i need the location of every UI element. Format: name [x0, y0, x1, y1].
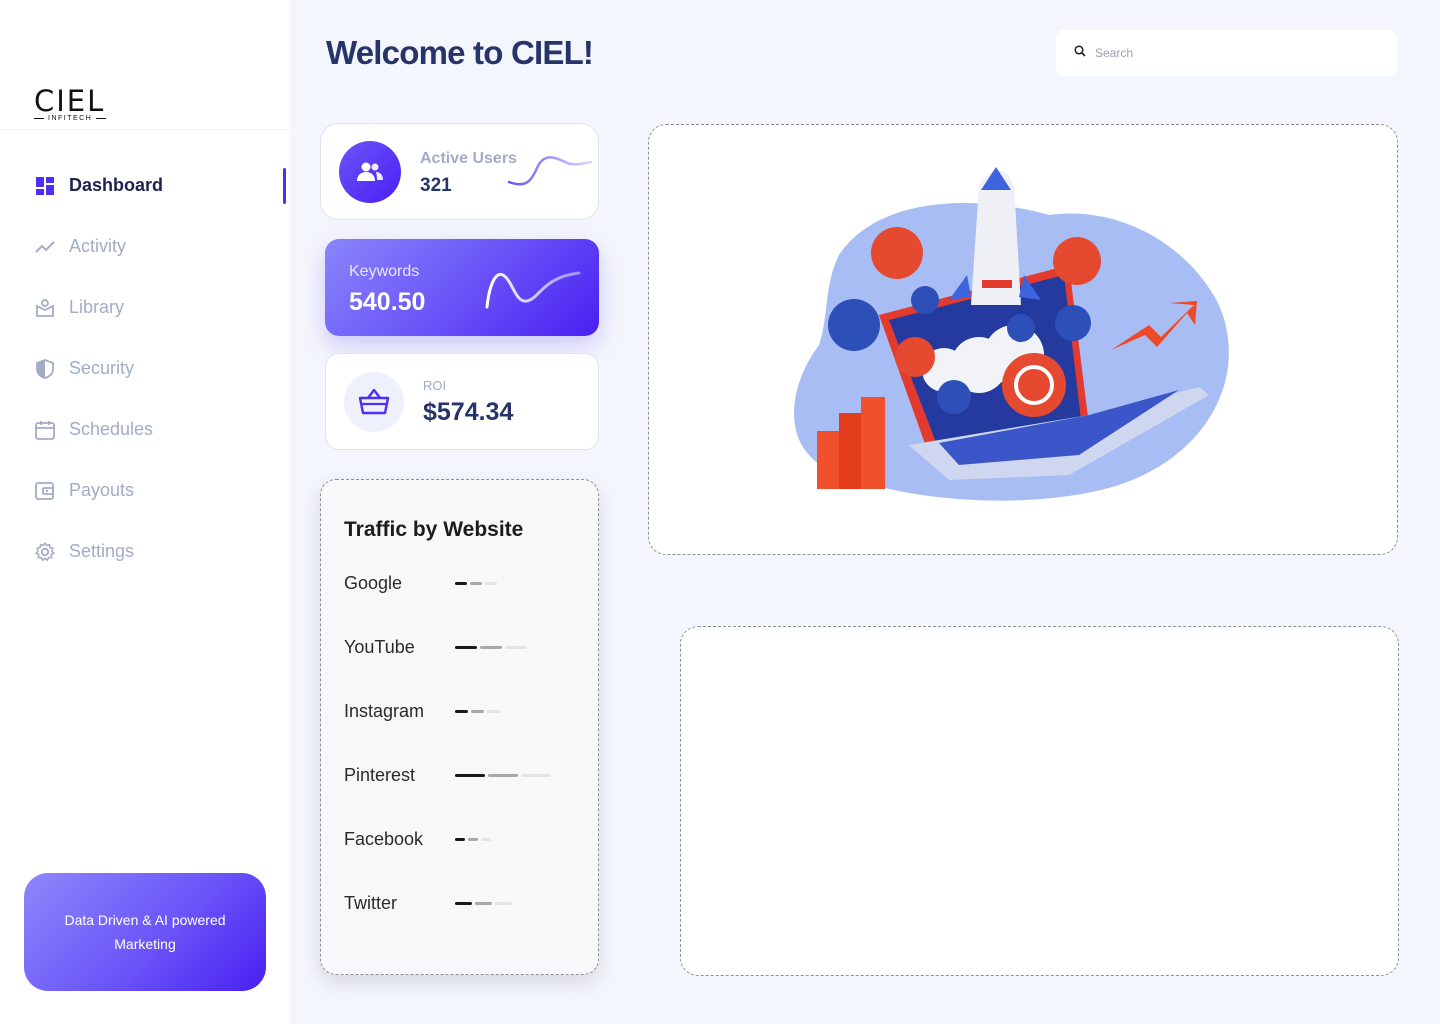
traffic-bar-segment	[468, 837, 478, 841]
sidebar-item-library[interactable]: Library	[0, 277, 290, 338]
traffic-bar-segment	[521, 773, 551, 777]
traffic-bar-segment	[485, 581, 497, 585]
logo-text: CIEL	[34, 84, 106, 118]
roi-card[interactable]: ROI $574.34	[325, 353, 599, 450]
traffic-bar-segment	[455, 901, 472, 905]
traffic-bar	[455, 901, 515, 905]
search-input[interactable]	[1095, 46, 1355, 60]
hero-illustration-panel	[648, 124, 1398, 555]
shield-icon	[34, 358, 56, 380]
calendar-icon	[34, 419, 56, 441]
wallet-icon	[34, 480, 56, 502]
active-users-label: Active Users	[420, 150, 517, 167]
traffic-site-name: Twitter	[344, 892, 398, 913]
logo-subtitle: INFITECH	[34, 115, 124, 122]
traffic-site-name: Google	[344, 572, 403, 593]
users-icon	[339, 141, 401, 203]
traffic-bar-segment	[470, 581, 482, 585]
search-icon	[1074, 44, 1086, 62]
traffic-site-name: Facebook	[344, 828, 424, 849]
sidebar-item-security[interactable]: Security	[0, 338, 290, 399]
traffic-bar	[455, 581, 500, 585]
traffic-site-name: Pinterest	[344, 764, 416, 785]
rocket-marketing-illustration	[794, 167, 1229, 501]
active-users-card[interactable]: Active Users 321	[320, 123, 599, 220]
traffic-bar	[455, 773, 554, 777]
traffic-bar	[455, 837, 494, 841]
traffic-row-youtube: YouTube	[344, 635, 584, 659]
traffic-row-pinterest: Pinterest	[344, 763, 584, 787]
active-users-value: 321	[420, 175, 452, 196]
traffic-by-website-panel: Traffic by Website Google YouTube Instagra…	[320, 479, 599, 975]
traffic-row-twitter: Twitter	[344, 891, 584, 915]
active-indicator	[283, 168, 286, 204]
sidebar-item-payouts[interactable]: Payouts	[0, 460, 290, 521]
gear-icon	[34, 541, 56, 563]
sidebar-item-label: Payouts	[69, 480, 135, 500]
traffic-bar	[455, 709, 503, 713]
traffic-row-google: Google	[344, 571, 584, 595]
page-title: Welcome to CIEL!	[326, 34, 594, 71]
library-icon	[34, 297, 56, 319]
traffic-bar	[455, 645, 530, 649]
traffic-bar-segment	[455, 837, 465, 841]
sidebar-item-label: Settings	[69, 541, 135, 561]
roi-value: $574.34	[423, 398, 514, 426]
traffic-row-instagram: Instagram	[344, 699, 584, 723]
active-users-sparkline	[507, 156, 593, 186]
traffic-bar-segment	[505, 645, 527, 649]
traffic-bar-segment	[481, 837, 491, 841]
ciel-logo[interactable]: CIEL INFITECH	[34, 86, 124, 126]
traffic-bar-segment	[455, 581, 467, 585]
traffic-site-name: Instagram	[344, 700, 425, 721]
sidebar-item-label: Activity	[69, 236, 127, 256]
search-box[interactable]	[1056, 30, 1397, 76]
sidebar-item-dashboard[interactable]: Dashboard	[0, 155, 290, 216]
traffic-bar-segment	[455, 773, 485, 777]
sidebar-item-schedules[interactable]: Schedules	[0, 399, 290, 460]
basket-icon	[344, 372, 404, 432]
sidebar: CIEL INFITECH Dashboard Activity Library	[0, 0, 290, 1024]
traffic-bar-segment	[455, 709, 468, 713]
promo-card[interactable]: Data Driven & AI powered Marketing	[24, 873, 266, 991]
empty-content-panel	[680, 626, 1399, 976]
logo-subtext: INFITECH	[48, 115, 93, 122]
sidebar-item-label: Dashboard	[69, 175, 164, 195]
traffic-bar-segment	[487, 709, 500, 713]
sidebar-item-label: Library	[69, 297, 125, 317]
sidebar-divider	[0, 129, 290, 130]
roi-label: ROI	[423, 378, 447, 393]
dashboard-icon	[34, 175, 56, 197]
traffic-bar-segment	[488, 773, 518, 777]
traffic-title: Traffic by Website	[344, 518, 524, 541]
keywords-sparkline	[485, 271, 581, 309]
traffic-bar-segment	[475, 901, 492, 905]
sidebar-item-activity[interactable]: Activity	[0, 216, 290, 277]
traffic-bar-segment	[471, 709, 484, 713]
sidebar-item-label: Schedules	[69, 419, 154, 439]
promo-text: Data Driven & AI powered Marketing	[64, 912, 226, 952]
traffic-site-name: YouTube	[344, 636, 415, 657]
traffic-bar-segment	[480, 645, 502, 649]
traffic-row-facebook: Facebook	[344, 827, 584, 851]
traffic-bar-segment	[495, 901, 512, 905]
activity-icon	[34, 236, 56, 258]
keywords-value: 540.50	[349, 288, 426, 316]
sidebar-item-label: Security	[69, 358, 135, 378]
keywords-label: Keywords	[349, 263, 420, 280]
sidebar-nav: Dashboard Activity Library Security Sche…	[0, 155, 290, 582]
traffic-bar-segment	[455, 645, 477, 649]
sidebar-item-settings[interactable]: Settings	[0, 521, 290, 582]
keywords-card[interactable]: Keywords 540.50	[325, 239, 599, 336]
